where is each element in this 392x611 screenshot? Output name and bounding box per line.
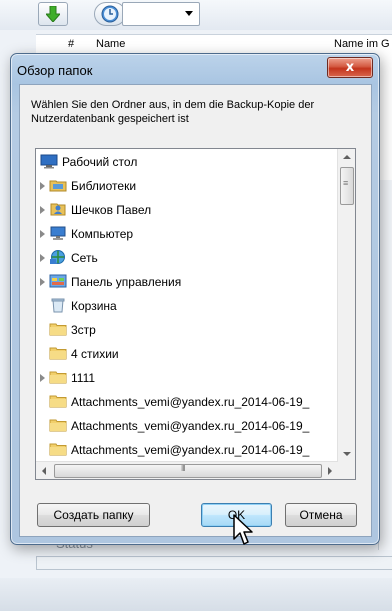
expand-arrow-icon[interactable] bbox=[40, 206, 45, 214]
network-icon bbox=[49, 249, 67, 265]
tree-item-label: Attachments_vemi@yandex.ru_2014-06-19_ bbox=[71, 419, 310, 433]
background-list-header: # Name Name im G bbox=[36, 34, 392, 54]
column-header-number[interactable]: # bbox=[68, 38, 74, 50]
tree-item-label: Сеть bbox=[71, 251, 98, 265]
tree-item[interactable]: Сеть bbox=[36, 246, 336, 270]
background-toolbar bbox=[0, 0, 392, 30]
dialog-client-area: Wählen Sie den Ordner aus, in dem die Ba… bbox=[19, 84, 372, 537]
computer-icon bbox=[49, 225, 67, 241]
horizontal-scrollbar[interactable] bbox=[36, 461, 338, 479]
folder-icon bbox=[49, 321, 67, 337]
folder-icon bbox=[49, 441, 67, 457]
folder-icon bbox=[49, 369, 67, 385]
folder-icon bbox=[49, 393, 67, 409]
tree-item-label: Шечков Павел bbox=[71, 203, 152, 217]
tree-item-label: 1111 bbox=[71, 371, 96, 385]
tree-item-label: Компьютер bbox=[71, 227, 134, 241]
desktop-icon bbox=[40, 153, 58, 169]
tree-item[interactable]: Рабочий стол bbox=[36, 150, 336, 174]
tree-item-label: Библиотеки bbox=[71, 179, 137, 193]
tree-item[interactable]: Панель управления bbox=[36, 270, 336, 294]
background-side-panel bbox=[378, 180, 392, 550]
control-panel-icon bbox=[49, 273, 67, 289]
column-header-name[interactable]: Name bbox=[96, 38, 125, 50]
tree-item[interactable]: Компьютер bbox=[36, 222, 336, 246]
expand-arrow-icon[interactable] bbox=[40, 278, 45, 286]
cancel-button[interactable]: Отмена bbox=[285, 503, 357, 527]
background-bottom-bar bbox=[0, 578, 392, 611]
close-button[interactable]: x bbox=[327, 57, 373, 78]
vertical-scrollbar[interactable] bbox=[337, 149, 355, 462]
tree-item[interactable]: Шечков Павел bbox=[36, 198, 336, 222]
folder-icon bbox=[49, 345, 67, 361]
tree-item-label: Рабочий стол bbox=[62, 155, 138, 169]
scroll-up-button[interactable] bbox=[338, 149, 355, 166]
tree-item[interactable]: 3стр bbox=[36, 318, 336, 342]
user-folder-icon bbox=[49, 201, 67, 217]
libraries-icon bbox=[49, 177, 67, 193]
tree-item-label: Корзина bbox=[71, 299, 117, 313]
mouse-cursor-icon bbox=[233, 514, 253, 545]
tree-item[interactable]: Корзина bbox=[36, 294, 336, 318]
expand-arrow-icon[interactable] bbox=[40, 254, 45, 262]
toolbar-dropdown[interactable] bbox=[122, 2, 200, 26]
scroll-down-button[interactable] bbox=[338, 445, 355, 462]
close-icon: x bbox=[345, 60, 355, 75]
tree-item-label: 3стр bbox=[71, 323, 96, 337]
tree-item[interactable]: Attachments_vemi@yandex.ru_2014-06-19_ bbox=[36, 438, 336, 462]
tree-item[interactable]: Attachments_vemi@yandex.ru_2014-06-19_ bbox=[36, 414, 336, 438]
clock-icon bbox=[101, 5, 119, 23]
scroll-right-button[interactable] bbox=[321, 462, 338, 479]
tree-item[interactable]: Attachments_vemi@yandex.ru_2014-06-19_ bbox=[36, 390, 336, 414]
tree-item-label: 4 стихии bbox=[71, 347, 119, 361]
new-folder-button[interactable]: Создать папку bbox=[37, 503, 150, 527]
folder-tree[interactable]: Рабочий стол Библиотеки Шечков Павел Компью… bbox=[35, 148, 356, 480]
folder-icon bbox=[49, 417, 67, 433]
tree-item[interactable]: Библиотеки bbox=[36, 174, 336, 198]
column-header-name-alt[interactable]: Name im G bbox=[334, 38, 390, 50]
tree-item-label: Attachments_vemi@yandex.ru_2014-06-19_ bbox=[71, 443, 310, 457]
recycle-bin-icon bbox=[49, 297, 67, 313]
tree-item[interactable]: 4 стихии bbox=[36, 342, 336, 366]
tree-item[interactable]: 1111 bbox=[36, 366, 336, 390]
background-status-bar bbox=[36, 556, 392, 570]
dialog-description: Wählen Sie den Ordner aus, in dem die Ba… bbox=[31, 99, 315, 125]
scroll-left-button[interactable] bbox=[36, 462, 53, 479]
expand-arrow-icon[interactable] bbox=[40, 182, 45, 190]
tree-item-label: Панель управления bbox=[71, 275, 182, 289]
horizontal-scroll-thumb[interactable] bbox=[54, 464, 322, 478]
expand-arrow-icon[interactable] bbox=[40, 230, 45, 238]
browse-folder-dialog: Обзор папок x Wählen Sie den Ordner aus,… bbox=[10, 53, 380, 545]
dialog-title: Обзор папок bbox=[17, 63, 93, 78]
chevron-down-icon bbox=[185, 11, 193, 16]
tree-item-label: Attachments_vemi@yandex.ru_2014-06-19_ bbox=[71, 395, 310, 409]
download-button[interactable] bbox=[38, 2, 68, 26]
scrollbar-corner bbox=[338, 462, 355, 479]
vertical-scroll-thumb[interactable] bbox=[340, 167, 354, 205]
green-arrow-icon bbox=[46, 6, 60, 22]
expand-arrow-icon[interactable] bbox=[40, 374, 45, 382]
